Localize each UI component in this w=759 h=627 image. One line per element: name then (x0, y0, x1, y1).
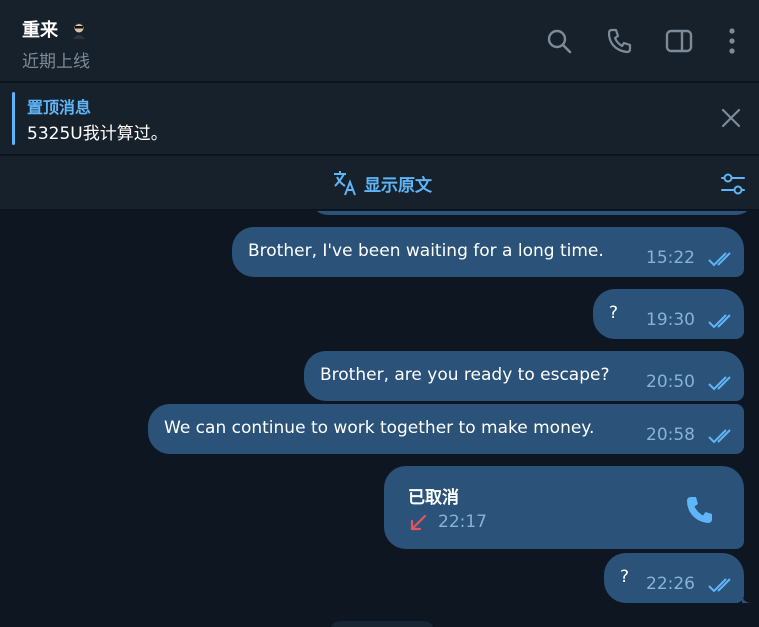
chat-title[interactable]: 重来 (22, 16, 88, 42)
read-checks-icon (708, 429, 731, 444)
translate-bar: 显示原文 (0, 156, 759, 210)
message-time: 22:26 (646, 574, 695, 594)
bubble-tail (742, 593, 752, 603)
message-time: 20:58 (646, 425, 695, 445)
read-checks-icon (708, 376, 731, 391)
pinned-indicator (12, 92, 15, 145)
missed-call-arrow-icon (410, 514, 427, 531)
chat-title-text: 重来 (22, 20, 58, 41)
message-bubble[interactable]: Brother, are you ready to escape? 20:50 (304, 351, 744, 401)
call-message-bubble[interactable]: 已取消 22:17 (384, 466, 744, 549)
message-bubble[interactable]: Brother, I've been waiting for a long ti… (232, 227, 744, 277)
message-text: ? (609, 303, 619, 323)
translate-settings-icon[interactable] (719, 170, 747, 198)
close-icon[interactable] (720, 107, 742, 129)
sidebar-toggle-icon[interactable] (665, 27, 693, 55)
read-checks-icon (708, 314, 731, 329)
show-original-button[interactable]: 显示原文 (332, 169, 432, 197)
read-checks-icon (708, 578, 731, 593)
call-status-title: 已取消 (408, 488, 459, 508)
message-bubble-previous[interactable] (310, 211, 754, 215)
search-icon[interactable] (545, 27, 573, 55)
phone-icon[interactable] (606, 27, 634, 55)
message-text: Brother, are you ready to escape? (320, 365, 610, 385)
call-back-phone-icon[interactable] (684, 494, 716, 526)
chat-header: 重来 近期上线 (0, 0, 759, 82)
message-text: Brother, I've been waiting for a long ti… (248, 241, 604, 261)
message-list[interactable]: Brother, I've been waiting for a long ti… (0, 211, 759, 627)
pinned-text: 5325U我计算过。 (27, 124, 168, 144)
chat-status: 近期上线 (22, 52, 90, 72)
message-bubble[interactable]: ? 22:26 (604, 553, 744, 603)
more-vertical-icon[interactable] (718, 27, 746, 55)
pinned-message-bar[interactable]: 置顶消息 5325U我计算过。 (0, 83, 759, 155)
call-time: 22:17 (438, 512, 487, 532)
read-checks-icon (708, 252, 731, 267)
pinned-title: 置顶消息 (27, 98, 92, 117)
translate-icon (334, 171, 356, 196)
message-text: ? (620, 567, 630, 587)
message-bubble[interactable]: We can continue to work together to make… (148, 404, 744, 454)
message-time: 20:50 (646, 372, 695, 392)
date-pill-partial (330, 621, 434, 627)
show-original-label: 显示原文 (364, 175, 432, 196)
emoji-status-icon (73, 23, 86, 39)
message-bubble[interactable]: ? 19:30 (593, 289, 744, 339)
message-text: We can continue to work together to make… (164, 418, 595, 438)
message-time: 19:30 (646, 310, 695, 330)
message-time: 15:22 (646, 248, 695, 268)
